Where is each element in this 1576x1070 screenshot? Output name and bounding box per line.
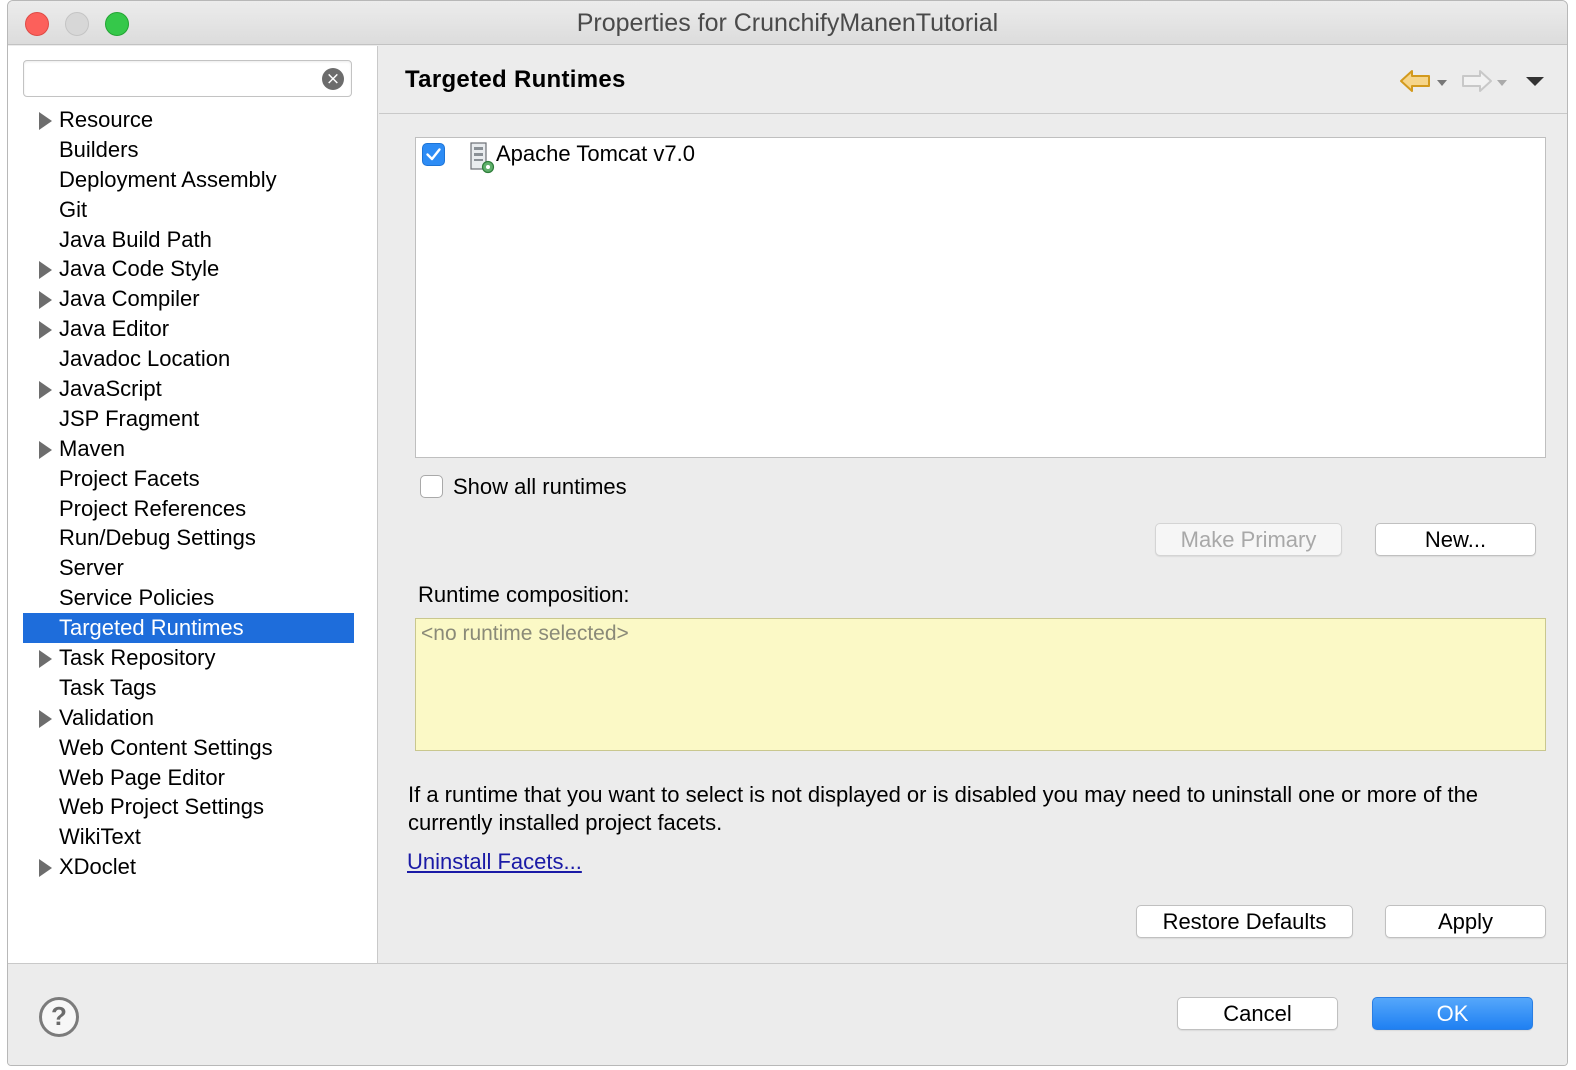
sidebar-item-java-build-path[interactable]: Java Build Path bbox=[23, 225, 354, 255]
new-runtime-button[interactable]: New... bbox=[1375, 523, 1536, 556]
sidebar-item-builders[interactable]: Builders bbox=[23, 135, 354, 165]
expand-arrow-icon[interactable] bbox=[39, 112, 52, 130]
sidebar-item-label: Targeted Runtimes bbox=[59, 615, 244, 641]
expand-arrow-icon[interactable] bbox=[39, 440, 52, 459]
view-menu-icon bbox=[1526, 77, 1544, 86]
runtime-checkbox[interactable] bbox=[422, 143, 445, 166]
expand-arrow-icon[interactable] bbox=[39, 321, 52, 340]
sidebar-item-label: Service Policies bbox=[59, 585, 215, 611]
sidebar-item-jsp-fragment[interactable]: JSP Fragment bbox=[23, 404, 354, 434]
sidebar-item-task-repository[interactable]: Task Repository bbox=[23, 643, 354, 673]
sidebar-item-service-policies[interactable]: Service Policies bbox=[23, 583, 354, 613]
sidebar-item-label: JavaScript bbox=[59, 376, 162, 402]
sidebar-item-label: Git bbox=[59, 196, 88, 222]
sidebar-item-label: Maven bbox=[59, 435, 126, 461]
make-primary-button[interactable]: Make Primary bbox=[1155, 523, 1342, 556]
composition-placeholder: <no runtime selected> bbox=[421, 622, 629, 645]
sidebar-item-web-page-editor[interactable]: Web Page Editor bbox=[23, 763, 354, 793]
sidebar-item-deployment-assembly[interactable]: Deployment Assembly bbox=[23, 165, 354, 195]
sidebar-item-label: Builders bbox=[59, 136, 139, 162]
sidebar-item-label: Deployment Assembly bbox=[59, 166, 277, 192]
sidebar-item-label: JSP Fragment bbox=[59, 405, 200, 431]
sidebar-item-java-code-style[interactable]: Java Code Style bbox=[23, 254, 354, 284]
sidebar-item-web-content-settings[interactable]: Web Content Settings bbox=[23, 733, 354, 763]
apply-button[interactable]: Apply bbox=[1385, 905, 1546, 938]
runtime-list[interactable]: Apache Tomcat v7.0 bbox=[415, 137, 1546, 458]
runtime-label: Apache Tomcat v7.0 bbox=[496, 141, 695, 166]
sidebar-item-label: Project Facets bbox=[59, 465, 200, 491]
sidebar-item-web-project-settings[interactable]: Web Project Settings bbox=[23, 792, 354, 822]
sidebar-item-validation[interactable]: Validation bbox=[23, 703, 354, 733]
sidebar-item-label: Web Page Editor bbox=[59, 764, 225, 790]
show-all-runtimes-checkbox[interactable] bbox=[420, 475, 443, 498]
sidebar-item-label: Project References bbox=[59, 495, 247, 521]
sidebar-item-wikitext[interactable]: WikiText bbox=[23, 822, 354, 852]
sidebar-item-maven[interactable]: Maven bbox=[23, 434, 354, 464]
show-all-runtimes-label: Show all runtimes bbox=[453, 474, 627, 499]
view-menu-button[interactable] bbox=[1524, 68, 1546, 94]
uninstall-facets-link[interactable]: Uninstall Facets... bbox=[407, 849, 582, 875]
sidebar-item-java-editor[interactable]: Java Editor bbox=[23, 314, 354, 344]
server-icon bbox=[470, 142, 495, 174]
sidebar-item-javadoc-location[interactable]: Javadoc Location bbox=[23, 344, 354, 374]
sidebar-item-label: Resource bbox=[59, 107, 154, 132]
sidebar-item-java-compiler[interactable]: Java Compiler bbox=[23, 284, 354, 314]
sidebar-item-project-references[interactable]: Project References bbox=[23, 494, 354, 524]
runtime-composition-label: Runtime composition: bbox=[418, 582, 630, 607]
dialog-footer: ? Cancel OK bbox=[8, 963, 1567, 1065]
sidebar-item-targeted-runtimes[interactable]: Targeted Runtimes bbox=[23, 613, 354, 644]
forward-arrow-icon bbox=[1462, 70, 1492, 92]
expand-arrow-icon[interactable] bbox=[39, 291, 52, 310]
sidebar-item-server[interactable]: Server bbox=[23, 553, 354, 583]
sidebar-item-label: XDoclet bbox=[59, 854, 137, 880]
sidebar-item-label: Validation bbox=[59, 704, 154, 730]
restore-defaults-button[interactable]: Restore Defaults bbox=[1136, 905, 1353, 938]
sidebar-item-git[interactable]: Git bbox=[23, 195, 354, 225]
window-title: Properties for CrunchifyManenTutorial bbox=[576, 9, 999, 37]
property-page: Targeted Runtimes Apache Tomcat v7.0 Sho… bbox=[379, 46, 1567, 963]
checkmark-icon bbox=[426, 148, 441, 161]
forward-button[interactable] bbox=[1459, 68, 1507, 94]
sidebar-item-run-debug-settings[interactable]: Run/Debug Settings bbox=[23, 523, 354, 553]
sidebar-item-resource[interactable]: Resource bbox=[23, 105, 354, 135]
sidebar-item-task-tags[interactable]: Task Tags bbox=[23, 673, 354, 703]
sidebar-item-label: Java Compiler bbox=[59, 286, 200, 312]
ok-button[interactable]: OK bbox=[1372, 997, 1533, 1030]
filter-input[interactable] bbox=[32, 66, 312, 92]
sidebar-item-label: Web Project Settings bbox=[59, 794, 265, 820]
sidebar: × Resource Builders Deployment Assembly Git… bbox=[8, 46, 378, 963]
expand-arrow-icon[interactable] bbox=[39, 381, 52, 400]
back-button[interactable] bbox=[1399, 68, 1447, 94]
expand-arrow-icon[interactable] bbox=[39, 709, 52, 728]
page-header: Targeted Runtimes bbox=[379, 46, 1567, 114]
back-arrow-icon bbox=[1400, 70, 1430, 92]
sidebar-item-label: Javadoc Location bbox=[59, 346, 231, 372]
filter-field[interactable]: × bbox=[23, 60, 352, 97]
sidebar-item-label: Server bbox=[59, 555, 124, 581]
clear-icon[interactable]: × bbox=[322, 68, 344, 90]
sidebar-item-label: Java Code Style bbox=[59, 256, 220, 282]
sidebar-item-label: Run/Debug Settings bbox=[59, 525, 256, 551]
runtime-composition-box: <no runtime selected> bbox=[415, 618, 1546, 751]
page-title: Targeted Runtimes bbox=[405, 66, 626, 93]
property-page-tree: Resource Builders Deployment Assembly Git Ja… bbox=[23, 105, 354, 882]
sidebar-item-label: WikiText bbox=[59, 824, 141, 850]
sidebar-item-label: Web Content Settings bbox=[59, 734, 273, 760]
expand-arrow-icon[interactable] bbox=[39, 261, 52, 280]
properties-dialog: Properties for CrunchifyManenTutorial × … bbox=[7, 0, 1568, 1066]
sidebar-item-xdoclet[interactable]: XDoclet bbox=[23, 852, 354, 882]
sidebar-item-project-facets[interactable]: Project Facets bbox=[23, 464, 354, 494]
help-icon[interactable]: ? bbox=[39, 997, 79, 1037]
sidebar-item-label: Task Repository bbox=[59, 645, 216, 671]
cancel-button[interactable]: Cancel bbox=[1177, 997, 1338, 1030]
sidebar-item-label: Java Editor bbox=[59, 316, 170, 342]
sidebar-item-javascript[interactable]: JavaScript bbox=[23, 374, 354, 404]
title-bar: Properties for CrunchifyManenTutorial bbox=[8, 1, 1567, 45]
sidebar-item-label: Task Tags bbox=[59, 674, 157, 700]
expand-arrow-icon[interactable] bbox=[39, 859, 52, 878]
info-text: If a runtime that you want to select is … bbox=[408, 782, 1479, 835]
sidebar-item-label: Java Build Path bbox=[59, 226, 212, 252]
expand-arrow-icon[interactable] bbox=[39, 650, 52, 669]
